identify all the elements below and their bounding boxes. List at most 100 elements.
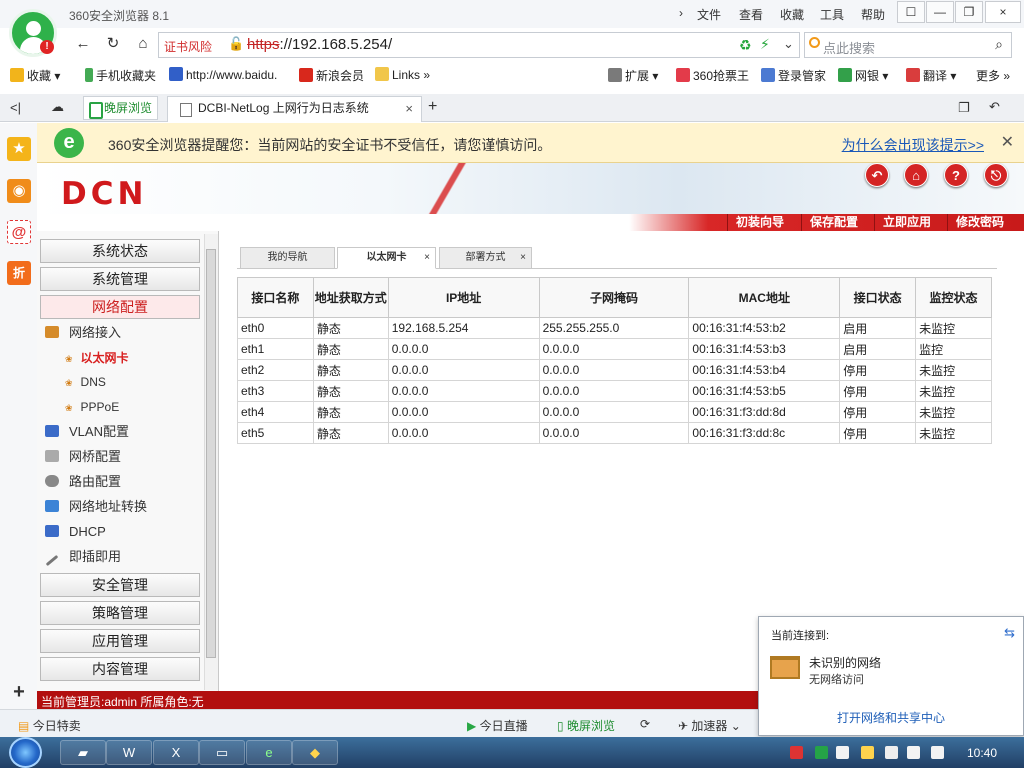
tab-green-mode[interactable]: 晚屏浏览 (83, 96, 158, 120)
table-row[interactable]: eth2 静态 0.0.0.0 0.0.0.0 00:16:31:f4:53:b4 停用未… (237, 359, 992, 381)
bookmark-login[interactable]: 登录管家 (761, 67, 826, 84)
sidebar-nat[interactable]: 网络地址转换 (45, 497, 147, 517)
menu-favorites[interactable]: 收藏 (780, 6, 804, 23)
apply-now-button[interactable]: 立即应用 (874, 214, 939, 231)
table-row[interactable]: eth0 静态 192.168.5.254 255.255.255.0 00:16:31… (237, 317, 992, 339)
favorite-star-icon[interactable]: ★ (7, 137, 31, 161)
tab-my-navigation[interactable]: 我的导航 (240, 247, 335, 269)
bookmark-extensions[interactable]: 扩展 ▾ (608, 67, 658, 84)
bookmark-translate[interactable]: 翻译 ▾ (906, 67, 956, 84)
green-mode-link[interactable]: ▯ 晚屏浏览 (557, 717, 615, 734)
sidebar-route[interactable]: 路由配置 (45, 472, 121, 492)
sidebar-network-config[interactable]: 网络配置 (40, 295, 200, 319)
close-tab-icon[interactable]: × (405, 97, 413, 120)
table-row[interactable]: eth4 静态 0.0.0.0 0.0.0.0 00:16:31:f3:dd:8d 停用未… (237, 401, 992, 423)
change-password-button[interactable]: 修改密码 (947, 214, 1012, 231)
tab-ethernet[interactable]: 以太网卡 × (337, 247, 436, 269)
menu-chevron[interactable]: › (679, 6, 683, 20)
skin-button[interactable]: ☐ (897, 1, 925, 23)
close-notice-icon[interactable]: ✕ (1001, 132, 1014, 152)
new-tab-icon[interactable]: + (428, 98, 437, 116)
maximize-button[interactable]: ❐ (955, 1, 983, 23)
tray-flag-icon[interactable] (885, 746, 898, 759)
table-row[interactable]: eth1 静态 0.0.0.0 0.0.0.0 00:16:31:f4:53:b3 启用监… (237, 338, 992, 360)
tab-list-icon[interactable]: <| (10, 100, 21, 115)
minimize-button[interactable]: — (926, 1, 954, 23)
logout-circle-icon[interactable]: ⎋ (984, 163, 1008, 187)
back-circle-icon[interactable]: ↶ (865, 163, 889, 187)
home-icon[interactable]: ⌂ (132, 33, 154, 55)
bookmark-mobile[interactable]: 手机收藏夹 (85, 67, 156, 84)
tray-network-warning-icon[interactable] (907, 746, 920, 759)
today-sale-link[interactable]: ▤ 今日特卖 (18, 717, 81, 734)
security-icon[interactable]: ♻ (739, 37, 752, 54)
table-row[interactable]: eth5 静态 0.0.0.0 0.0.0.0 00:16:31:f3:dd:8c 停用未… (237, 422, 992, 444)
sidebar-ethernet[interactable]: 以太网卡 (65, 348, 129, 369)
sidebar-content-management[interactable]: 内容管理 (40, 657, 200, 681)
sidebar-bridge[interactable]: 网桥配置 (45, 447, 121, 467)
sidebar-security-management[interactable]: 安全管理 (40, 573, 200, 597)
save-config-button[interactable]: 保存配置 (801, 214, 866, 231)
menu-help[interactable]: 帮助 (861, 6, 885, 23)
accelerator-link[interactable]: ✈ 加速器 ⌄ (678, 717, 741, 734)
address-bar[interactable]: 证书风险 🔓 https://192.168.5.254/ ♻ ⚡ ⌄ (158, 32, 800, 58)
taskbar-app-icon[interactable]: ◆ (292, 740, 338, 765)
refresh-network-icon[interactable]: ⇆ (1004, 625, 1015, 641)
restore-tab-icon[interactable]: ❐ (958, 100, 970, 116)
search-engine-icon[interactable] (809, 37, 820, 48)
open-network-center-link[interactable]: 打开网络和共享中心 (837, 709, 945, 726)
search-icon[interactable]: ⌕ (995, 36, 1003, 53)
menu-file[interactable]: 文件 (697, 6, 721, 23)
menu-view[interactable]: 查看 (739, 6, 763, 23)
cloud-icon[interactable]: ☁ (51, 99, 64, 115)
bookmark-ticket[interactable]: 360抢票王 (676, 67, 749, 84)
menu-tools[interactable]: 工具 (820, 6, 844, 23)
notice-link[interactable]: 为什么会出现该提示>> (842, 135, 984, 155)
address-text[interactable]: https://192.168.5.254/ (247, 36, 392, 53)
bookmark-sina[interactable]: 新浪会员 (299, 67, 364, 84)
bookmark-more[interactable]: 更多 » (976, 67, 1010, 84)
help-circle-icon[interactable]: ? (944, 163, 968, 187)
mail-icon[interactable]: @ (7, 220, 31, 244)
close-tab-icon[interactable]: × (424, 248, 430, 268)
taskbar-360-browser-icon[interactable]: e (246, 740, 292, 765)
taskbar-excel-icon[interactable]: X (153, 740, 199, 765)
tray-360-icon[interactable] (815, 746, 828, 759)
bookmark-favorites[interactable]: 收藏 ▾ (10, 67, 60, 84)
undo-icon[interactable]: ↶ (989, 99, 1000, 115)
wizard-button[interactable]: 初装向导 (727, 214, 792, 231)
weibo-icon[interactable]: ◉ (7, 179, 31, 203)
taskbar-explorer-icon[interactable]: ▰ (60, 740, 106, 765)
tray-volume-icon[interactable] (931, 746, 944, 759)
tab-deployment[interactable]: 部署方式 × (439, 247, 532, 269)
sidebar-application-management[interactable]: 应用管理 (40, 629, 200, 653)
bookmark-bank[interactable]: 网银 ▾ (838, 67, 888, 84)
sidebar-policy-management[interactable]: 策略管理 (40, 601, 200, 625)
sidebar-network-access[interactable]: 网络接入 (45, 323, 121, 343)
table-row[interactable]: eth3 静态 0.0.0.0 0.0.0.0 00:16:31:f4:53:b5 停用未… (237, 380, 992, 402)
today-live-link[interactable]: ▶ 今日直播 (467, 717, 528, 734)
discount-icon[interactable]: 折 (7, 261, 31, 285)
tray-shield-icon[interactable] (836, 746, 849, 759)
sidebar-system-management[interactable]: 系统管理 (40, 267, 200, 291)
sidebar-dhcp[interactable]: DHCP (45, 522, 106, 542)
home-circle-icon[interactable]: ⌂ (904, 163, 928, 187)
sidebar-system-status[interactable]: 系统状态 (40, 239, 200, 263)
bookmark-baidu[interactable]: http://www.baidu. (169, 67, 277, 82)
refresh-icon[interactable]: ↻ (102, 33, 124, 55)
speed-icon[interactable]: ⚡ (760, 36, 770, 53)
close-tab-icon[interactable]: × (520, 248, 526, 268)
cert-risk-label[interactable]: 证书风险 (164, 38, 212, 55)
taskbar-terminal-icon[interactable]: ▭ (199, 740, 245, 765)
windows-start-button[interactable] (9, 737, 42, 768)
sidebar-scrollbar-thumb[interactable] (206, 249, 216, 658)
tray-app-icon[interactable] (790, 746, 803, 759)
sidebar-pppoe[interactable]: PPPoE (65, 397, 120, 418)
bookmark-links[interactable]: Links » (375, 67, 430, 82)
sidebar-dns[interactable]: DNS (65, 372, 106, 393)
add-sidebar-icon[interactable]: + (7, 680, 31, 704)
tab-active[interactable]: DCBI-NetLog 上网行为日志系统 × (167, 96, 422, 122)
taskbar-clock[interactable]: 10:40 (967, 746, 997, 760)
close-window-button[interactable]: × (985, 1, 1021, 23)
tray-chat-icon[interactable] (861, 746, 874, 759)
